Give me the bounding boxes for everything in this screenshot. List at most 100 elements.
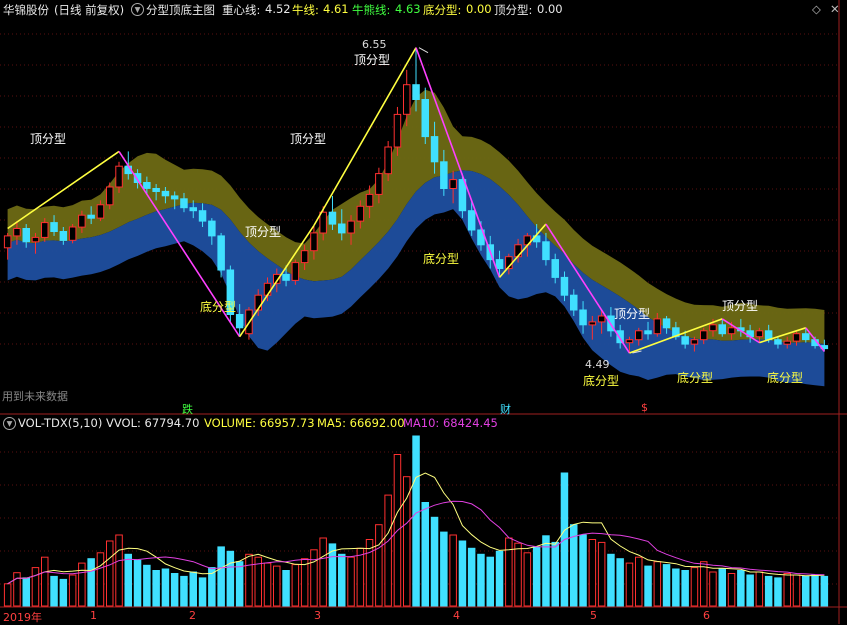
bottom-pattern-annotation: 底分型 [200, 300, 237, 314]
price-chart[interactable] [0, 0, 847, 624]
candle-body [68, 226, 77, 241]
volume-bar [746, 574, 754, 607]
volume-menu-icon[interactable]: ▾ [3, 417, 16, 430]
volume-bar [403, 476, 411, 607]
candle-body [375, 173, 383, 195]
bottom-pattern-annotation: 底分型 [423, 252, 460, 266]
volume-bar [198, 577, 207, 607]
close-icon[interactable]: ✕ [830, 2, 840, 16]
volume-bar [458, 540, 467, 607]
candle-body [644, 330, 652, 335]
volume-bar [263, 562, 272, 607]
candle-body [551, 259, 559, 278]
candle-body [579, 309, 587, 326]
volume-bar [41, 556, 49, 607]
x-axis-month-3: 3 [314, 609, 321, 622]
diamond-icon[interactable]: ◇ [812, 2, 821, 16]
x-axis-month-5: 5 [590, 609, 597, 622]
volume-bar [820, 575, 829, 607]
volume-bar [384, 494, 392, 607]
bear-line-value: 4.63 [395, 2, 421, 16]
low-price-label: 4.49 [585, 358, 610, 371]
candle-body [189, 207, 197, 212]
volume-bar [811, 574, 819, 607]
top-pattern-annotation: 顶分型 [614, 307, 651, 321]
candle-body [3, 235, 12, 249]
volume-bar [532, 546, 541, 607]
candle-body [59, 231, 68, 241]
volume-bar [774, 577, 782, 607]
volume-bar [597, 541, 606, 607]
vvol-value: VVOL: 67794.70 [106, 416, 200, 430]
volume-bar [22, 577, 30, 607]
volume-bar [802, 575, 810, 607]
candle-body [709, 324, 717, 332]
candle-body [41, 222, 49, 238]
volume-bar [50, 575, 58, 607]
volume-bar [486, 556, 494, 607]
volume-bar [31, 567, 40, 607]
top-pattern-annotation: 顶分型 [290, 132, 327, 146]
candle-body [635, 330, 643, 341]
volume-header: ▾ VOL-TDX(5,10) VVOL: 67794.70 VOLUME: 6… [0, 415, 847, 431]
candle-body [662, 318, 671, 329]
candle-body [690, 339, 699, 345]
volume-bar [523, 552, 532, 607]
bull-line-label: 牛线: [292, 3, 319, 17]
candle-body [755, 330, 764, 338]
volume-bar [625, 562, 634, 607]
volume-bar [189, 571, 197, 607]
candle-body [542, 241, 550, 261]
volume-indicator-name[interactable]: VOL-TDX(5,10) [18, 416, 102, 430]
stock-name[interactable]: 华锦股份 [3, 2, 49, 18]
volume-bar [245, 553, 253, 607]
event-marker-fall[interactable]: 跌 [182, 401, 193, 417]
candle-body [208, 220, 216, 237]
indicator-name[interactable]: 分型顶底主图 [146, 2, 215, 18]
candle-body [625, 339, 634, 344]
candle-body [467, 210, 476, 231]
volume-bar [356, 547, 365, 607]
x-axis-year: 2019年 [3, 611, 42, 624]
volume-bar [13, 572, 21, 607]
volume-bar [449, 534, 457, 607]
candle-body [560, 276, 569, 296]
indicator-menu-icon[interactable]: ▾ [131, 3, 144, 16]
volume-bar [653, 561, 662, 607]
volume-bar [607, 553, 615, 607]
volume-value: VOLUME: 66957.73 [204, 416, 315, 430]
volume-bar [755, 571, 764, 607]
volume-bar [440, 531, 448, 607]
candle-body [430, 136, 439, 163]
candle-body [235, 314, 244, 329]
volume-bar [115, 534, 123, 607]
candle-body [347, 220, 355, 234]
volume-bar [328, 543, 337, 607]
volume-bar [477, 553, 485, 607]
candle-body [31, 236, 40, 243]
event-marker-finance[interactable]: 财 [500, 401, 511, 417]
volume-bar [161, 568, 170, 607]
candle-body [365, 193, 374, 207]
candle-body [681, 336, 689, 345]
volume-bar [616, 558, 624, 607]
volume-bar [59, 578, 68, 607]
volume-bar [700, 561, 708, 607]
x-axis-month-1: 1 [90, 609, 97, 622]
volume-bar [180, 575, 188, 607]
bottom-pattern-annotation: 底分型 [583, 374, 620, 388]
volume-bar [588, 539, 597, 607]
x-axis-month-6: 6 [703, 609, 710, 622]
event-marker-dividend[interactable]: $ [641, 401, 648, 414]
x-axis-month-2: 2 [189, 609, 196, 622]
volume-bar [319, 537, 327, 607]
volume-bar [87, 558, 95, 607]
top-pattern-label: 顶分型: [494, 3, 533, 17]
volume-bar [542, 535, 550, 607]
top-pattern-annotation: 顶分型 [354, 53, 391, 67]
volume-bar [273, 565, 281, 607]
volume-bar [291, 564, 300, 607]
candle-body [774, 339, 782, 345]
volume-bar [133, 559, 142, 607]
period-label[interactable]: (日线 前复权) [54, 2, 124, 18]
